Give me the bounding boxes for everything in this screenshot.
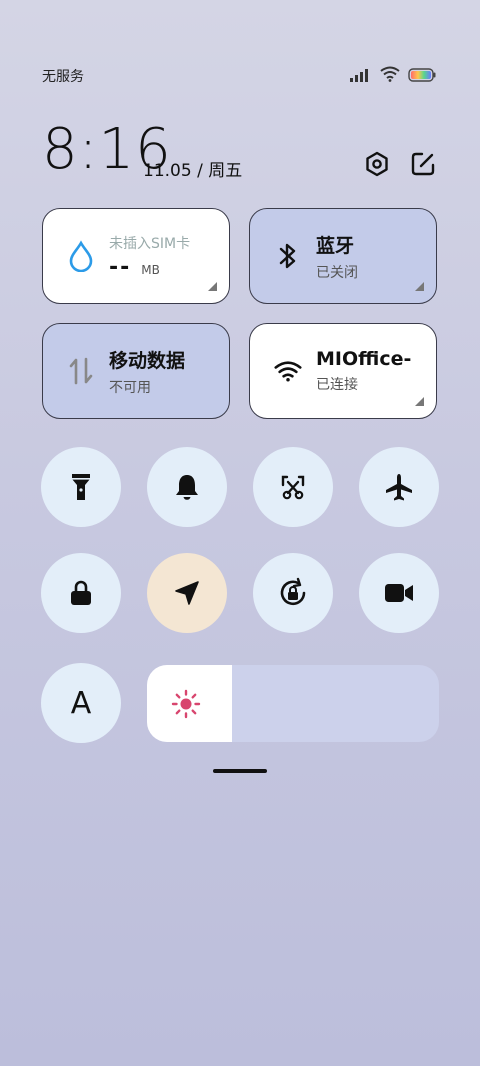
flashlight-icon — [72, 474, 90, 500]
status-icons — [350, 66, 436, 86]
expand-corner-icon — [415, 282, 424, 291]
bluetooth-tile[interactable]: 蓝牙 已关闭 — [249, 208, 437, 304]
screenshot-icon — [281, 475, 305, 500]
bluetooth-status: 已关闭 — [316, 264, 358, 281]
settings-button[interactable] — [362, 149, 392, 179]
battery-icon — [408, 67, 436, 86]
data-usage-label: 未插入SIM卡 — [109, 235, 191, 252]
location-toggle[interactable] — [147, 553, 227, 633]
location-icon — [175, 581, 199, 605]
home-indicator[interactable] — [213, 769, 267, 773]
font-size-label: A — [70, 685, 92, 721]
bluetooth-title: 蓝牙 — [316, 234, 355, 257]
wifi-icon — [380, 66, 400, 86]
airplane-icon — [386, 474, 412, 501]
data-usage-number: -- — [109, 254, 132, 280]
edit-button[interactable] — [408, 149, 438, 179]
wifi-text: MIOffice- 已连接 — [316, 348, 420, 394]
mobile-data-tile[interactable]: 移动数据 不可用 — [42, 323, 230, 419]
bell-icon — [176, 475, 198, 500]
lock-screen-toggle[interactable] — [41, 553, 121, 633]
edit-icon — [411, 152, 435, 176]
wifi-network-name: MIOffice- — [316, 348, 412, 370]
data-usage-tile[interactable]: 未插入SIM卡 -- MB — [42, 208, 230, 304]
water-drop-icon — [67, 240, 95, 272]
data-usage-unit: MB — [141, 262, 160, 277]
signal-icon — [350, 67, 372, 86]
bluetooth-text: 蓝牙 已关闭 — [316, 231, 358, 282]
notification-sound-toggle[interactable] — [147, 447, 227, 527]
bluetooth-icon — [274, 242, 302, 270]
wifi-tile-icon — [274, 357, 302, 385]
expand-corner-icon — [208, 282, 217, 291]
data-usage-text: 未插入SIM卡 -- MB — [109, 233, 190, 280]
rotation-lock-icon — [280, 577, 306, 606]
date: 11.05 / 周五 — [143, 161, 243, 181]
mobile-data-title: 移动数据 — [109, 349, 186, 372]
lock-icon — [71, 580, 91, 605]
video-camera-icon — [385, 584, 413, 602]
wifi-tile[interactable]: MIOffice- 已连接 — [249, 323, 437, 419]
flashlight-toggle[interactable] — [41, 447, 121, 527]
airplane-mode-toggle[interactable] — [359, 447, 439, 527]
expand-corner-icon — [415, 397, 424, 406]
screen-record-toggle[interactable] — [359, 553, 439, 633]
settings-icon — [366, 151, 388, 177]
brightness-slider[interactable] — [147, 665, 439, 742]
brightness-icon — [171, 689, 201, 719]
data-usage-value: -- MB — [109, 255, 190, 280]
mobile-data-status: 不可用 — [109, 379, 151, 396]
mobile-data-arrows-icon — [67, 357, 95, 385]
carrier-status: 无服务 — [42, 69, 84, 85]
rotation-lock-toggle[interactable] — [253, 553, 333, 633]
font-size-button[interactable]: A — [41, 663, 121, 743]
wifi-status: 已连接 — [316, 377, 358, 393]
mobile-data-text: 移动数据 不可用 — [109, 346, 185, 397]
screenshot-toggle[interactable] — [253, 447, 333, 527]
